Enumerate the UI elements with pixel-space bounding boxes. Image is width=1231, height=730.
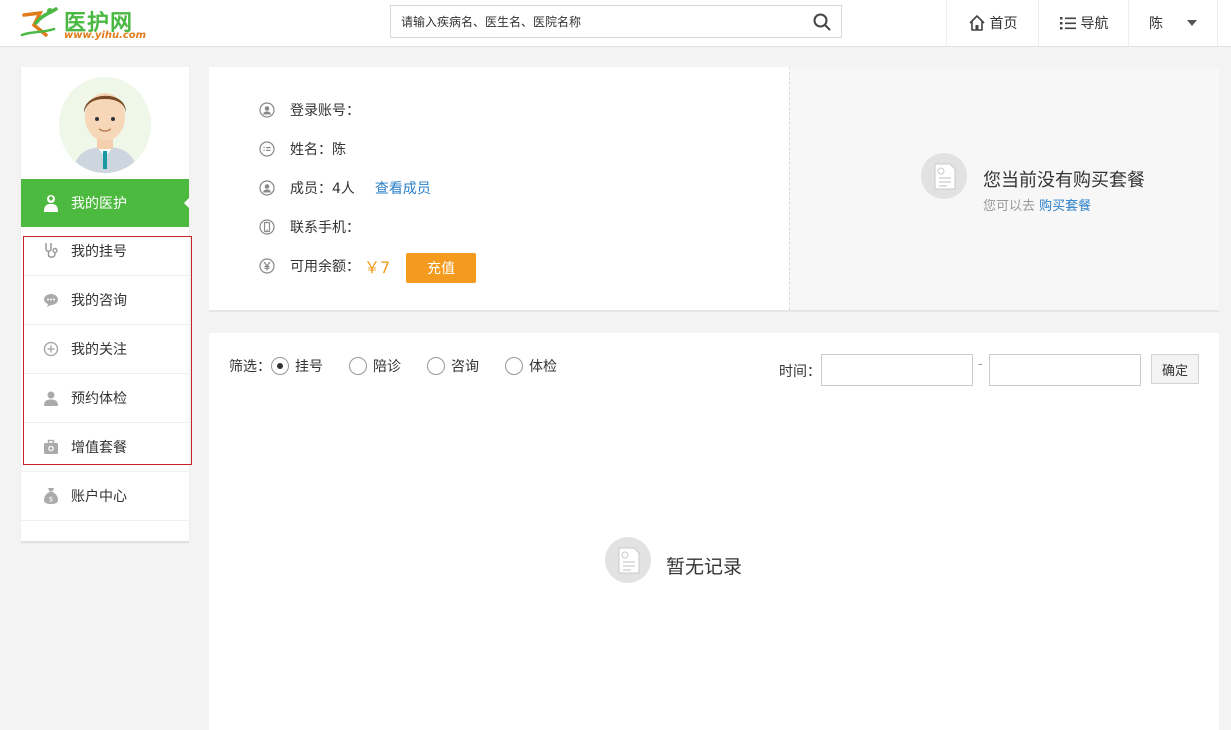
balance-value: ￥7: [364, 258, 391, 277]
members-label: 成员：4人: [290, 181, 355, 197]
sidebar-list: 我的挂号 我的咨询 我的关注 预约体检 增值套餐 $ 账户中心: [21, 227, 189, 521]
filter-label: 筛选：: [229, 359, 271, 375]
phone-label: 联系手机：: [290, 220, 360, 236]
nav-home-label: 首页: [989, 16, 1018, 32]
name-row: 姓名：陈: [259, 139, 346, 159]
filter-option-label: 咨询: [451, 359, 479, 375]
sidebar-active-label: 我的医护: [71, 196, 127, 212]
moneybag-icon: $: [44, 488, 58, 504]
confirm-button[interactable]: 确定: [1151, 354, 1199, 384]
package-hint: 您可以去 购买套餐: [983, 195, 1091, 214]
site-logo[interactable]: 医护网 www.yihu.com: [20, 3, 160, 43]
balance-label: 可用余额：: [290, 259, 360, 275]
search-button[interactable]: [803, 6, 841, 37]
svg-text:$: $: [49, 496, 53, 504]
filter-option-checkup[interactable]: 体检: [505, 356, 557, 376]
sidebar-item-label: 我的咨询: [71, 293, 127, 309]
name-label: 姓名：陈: [290, 142, 346, 158]
sidebar-item-my-yihu[interactable]: 我的医护: [21, 179, 189, 227]
top-header: 医护网 www.yihu.com 首页 导航: [0, 0, 1231, 47]
search-input[interactable]: [391, 6, 806, 37]
phone-row: 联系手机：: [259, 217, 360, 237]
no-record-text: 暂无记录: [666, 556, 743, 578]
package-empty-state: 您当前没有购买套餐 您可以去 购买套餐: [920, 152, 1200, 214]
user-name: 陈: [1149, 16, 1163, 32]
nav-home[interactable]: 首页: [946, 0, 1038, 46]
balance-row: 可用余额： ￥7: [259, 256, 391, 277]
user-menu[interactable]: 陈: [1128, 0, 1218, 46]
person-icon: [44, 391, 58, 406]
radio[interactable]: [349, 357, 367, 375]
search-box: [390, 5, 842, 38]
medkit-icon: [44, 439, 58, 454]
id-card-icon: [259, 141, 275, 157]
package-hint-prefix: 您可以去: [983, 199, 1036, 214]
sidebar-item-consult[interactable]: 我的咨询: [21, 276, 189, 325]
sidebar: 我的医护 我的挂号 我的咨询 我的关注 预约体检 增值套餐 $ 账户中心: [21, 67, 189, 542]
doctor-avatar-icon: [59, 77, 151, 173]
members-row: 成员：4人 查看成员: [259, 178, 431, 198]
nurse-icon: [44, 195, 58, 212]
sidebar-item-account[interactable]: $ 账户中心: [21, 472, 189, 521]
plus-circle-icon: [43, 341, 59, 357]
sidebar-item-registration[interactable]: 我的挂号: [21, 227, 189, 276]
radio[interactable]: [427, 357, 445, 375]
account-row: 登录账号：: [259, 100, 360, 120]
sidebar-item-follow[interactable]: 我的关注: [21, 325, 189, 374]
no-record-state: 暂无记录: [604, 536, 804, 586]
logo-url: www.yihu.com: [64, 30, 147, 41]
sidebar-item-label: 我的关注: [71, 342, 127, 358]
radio-checked[interactable]: [271, 357, 289, 375]
account-info: 登录账号： 姓名：陈 成员：4人 查看成员 联系手机： 可用余额： ￥7 充值: [209, 67, 789, 310]
chat-icon: [44, 294, 58, 307]
sidebar-item-label: 增值套餐: [71, 440, 127, 456]
time-label: 时间：: [779, 364, 821, 380]
nav-guide-label: 导航: [1080, 16, 1109, 32]
sidebar-item-package[interactable]: 增值套餐: [21, 423, 189, 472]
sidebar-item-label: 预约体检: [71, 391, 127, 407]
phone-icon: [259, 219, 275, 235]
start-date-input[interactable]: [821, 354, 973, 386]
list-icon: [1059, 17, 1076, 30]
search-icon: [813, 13, 831, 30]
nav-guide[interactable]: 导航: [1038, 0, 1128, 46]
records-panel: 筛选： 挂号 陪诊 咨询 体检 时间： - 确定 暂无记录: [209, 333, 1219, 730]
buy-package-link[interactable]: 购买套餐: [1039, 199, 1091, 214]
top-nav: 首页 导航 陈: [946, 0, 1218, 46]
user-circle-icon: [259, 102, 275, 118]
document-icon: [921, 153, 967, 199]
profile-panel: 登录账号： 姓名：陈 成员：4人 查看成员 联系手机： 可用余额： ￥7 充值 …: [209, 67, 1219, 312]
yen-icon: [259, 258, 275, 274]
avatar[interactable]: [59, 77, 151, 173]
radio[interactable]: [505, 357, 523, 375]
filter-option-escort[interactable]: 陪诊: [349, 356, 401, 376]
stethoscope-icon: [45, 243, 58, 258]
sidebar-item-label: 账户中心: [71, 489, 127, 505]
view-members-link[interactable]: 查看成员: [375, 178, 431, 198]
filter-option-label: 体检: [529, 359, 557, 375]
filter-option-label: 挂号: [295, 359, 323, 375]
home-icon: [968, 15, 985, 31]
sidebar-item-label: 我的挂号: [71, 244, 127, 260]
filter-option-consult[interactable]: 咨询: [427, 356, 479, 376]
document-icon: [605, 537, 651, 583]
logo-mark-icon: [20, 7, 58, 37]
package-empty-title: 您当前没有购买套餐: [983, 170, 1145, 191]
filter-option-label: 陪诊: [373, 359, 401, 375]
date-separator: -: [978, 357, 983, 372]
end-date-input[interactable]: [989, 354, 1141, 386]
active-indicator: [184, 198, 189, 208]
package-panel: 您当前没有购买套餐 您可以去 购买套餐: [789, 67, 1219, 310]
members-icon: [259, 180, 275, 196]
filter-bar: 筛选： 挂号 陪诊 咨询 体检: [229, 355, 583, 377]
account-label: 登录账号：: [290, 103, 360, 119]
sidebar-item-checkup[interactable]: 预约体检: [21, 374, 189, 423]
recharge-button[interactable]: 充值: [406, 253, 476, 283]
avatar-area: [21, 67, 189, 178]
filter-option-registration[interactable]: 挂号: [271, 356, 323, 376]
chevron-down-icon: [1187, 20, 1197, 26]
